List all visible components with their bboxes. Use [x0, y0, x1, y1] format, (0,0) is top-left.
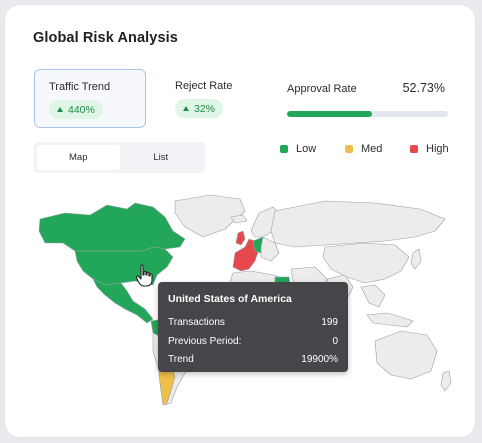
map-country-canada[interactable]	[38, 202, 186, 252]
hand-pointer-icon	[135, 264, 153, 287]
view-toggle-map[interactable]: Map	[37, 145, 120, 170]
legend-item-low: Low	[280, 143, 316, 155]
map-country-greenland[interactable]	[174, 194, 246, 238]
tooltip-value: 199	[321, 317, 338, 328]
tooltip-row-previous-period: Previous Period: 0	[168, 336, 338, 347]
tooltip-label: Transactions	[168, 317, 225, 328]
legend-label-med: Med	[361, 143, 383, 155]
reject-rate-kpi[interactable]: Reject Rate 32%	[161, 69, 271, 128]
legend-label-low: Low	[296, 143, 317, 155]
card-title: Global Risk Analysis	[33, 30, 178, 46]
approval-rate-progress	[287, 111, 448, 117]
tooltip-country: United States of America	[168, 293, 292, 305]
legend-swatch-low	[280, 145, 288, 153]
tooltip-value: 0	[332, 336, 338, 347]
map-country-russia[interactable]	[270, 200, 446, 248]
tooltip-row-trend: Trend 19900%	[168, 354, 338, 365]
approval-rate-value: 52.73%	[402, 81, 445, 95]
traffic-trend-badge: 440%	[49, 100, 103, 119]
map-country-uk[interactable]	[235, 230, 246, 246]
traffic-trend-kpi[interactable]: Traffic Trend 440%	[34, 69, 146, 128]
legend-swatch-high	[410, 145, 418, 153]
trend-up-icon	[57, 107, 63, 112]
map-country-new-zealand[interactable]	[440, 370, 452, 392]
reject-rate-label: Reject Rate	[175, 80, 233, 92]
approval-rate-label: Approval Rate	[287, 83, 357, 95]
map-country-southeast-asia[interactable]	[360, 284, 386, 308]
legend-item-med: Med	[345, 143, 382, 155]
map-country-japan[interactable]	[410, 248, 422, 270]
map-country-usa[interactable]	[74, 246, 174, 286]
risk-analysis-card: Global Risk Analysis Traffic Trend 440% …	[4, 4, 476, 438]
legend-label-high: High	[426, 143, 449, 155]
map-tooltip: United States of America Transactions 19…	[158, 282, 348, 372]
traffic-trend-label: Traffic Trend	[49, 81, 111, 93]
map-country-australia[interactable]	[374, 330, 438, 380]
tooltip-row-transactions: Transactions 199	[168, 317, 338, 328]
legend-swatch-med	[345, 145, 353, 153]
legend-item-high: High	[410, 143, 449, 155]
tooltip-label: Trend	[168, 354, 194, 365]
approval-rate-progress-fill	[287, 111, 372, 117]
reject-rate-badge: 32%	[175, 99, 224, 118]
view-toggle-list[interactable]: List	[120, 145, 203, 170]
view-toggle: Map List	[34, 142, 205, 173]
trend-up-icon	[183, 106, 189, 111]
tooltip-value: 19900%	[301, 354, 338, 365]
reject-rate-value: 32%	[194, 102, 216, 115]
tooltip-label: Previous Period:	[168, 336, 242, 347]
map-country-indonesia[interactable]	[366, 312, 414, 328]
traffic-trend-value: 440%	[68, 103, 95, 116]
